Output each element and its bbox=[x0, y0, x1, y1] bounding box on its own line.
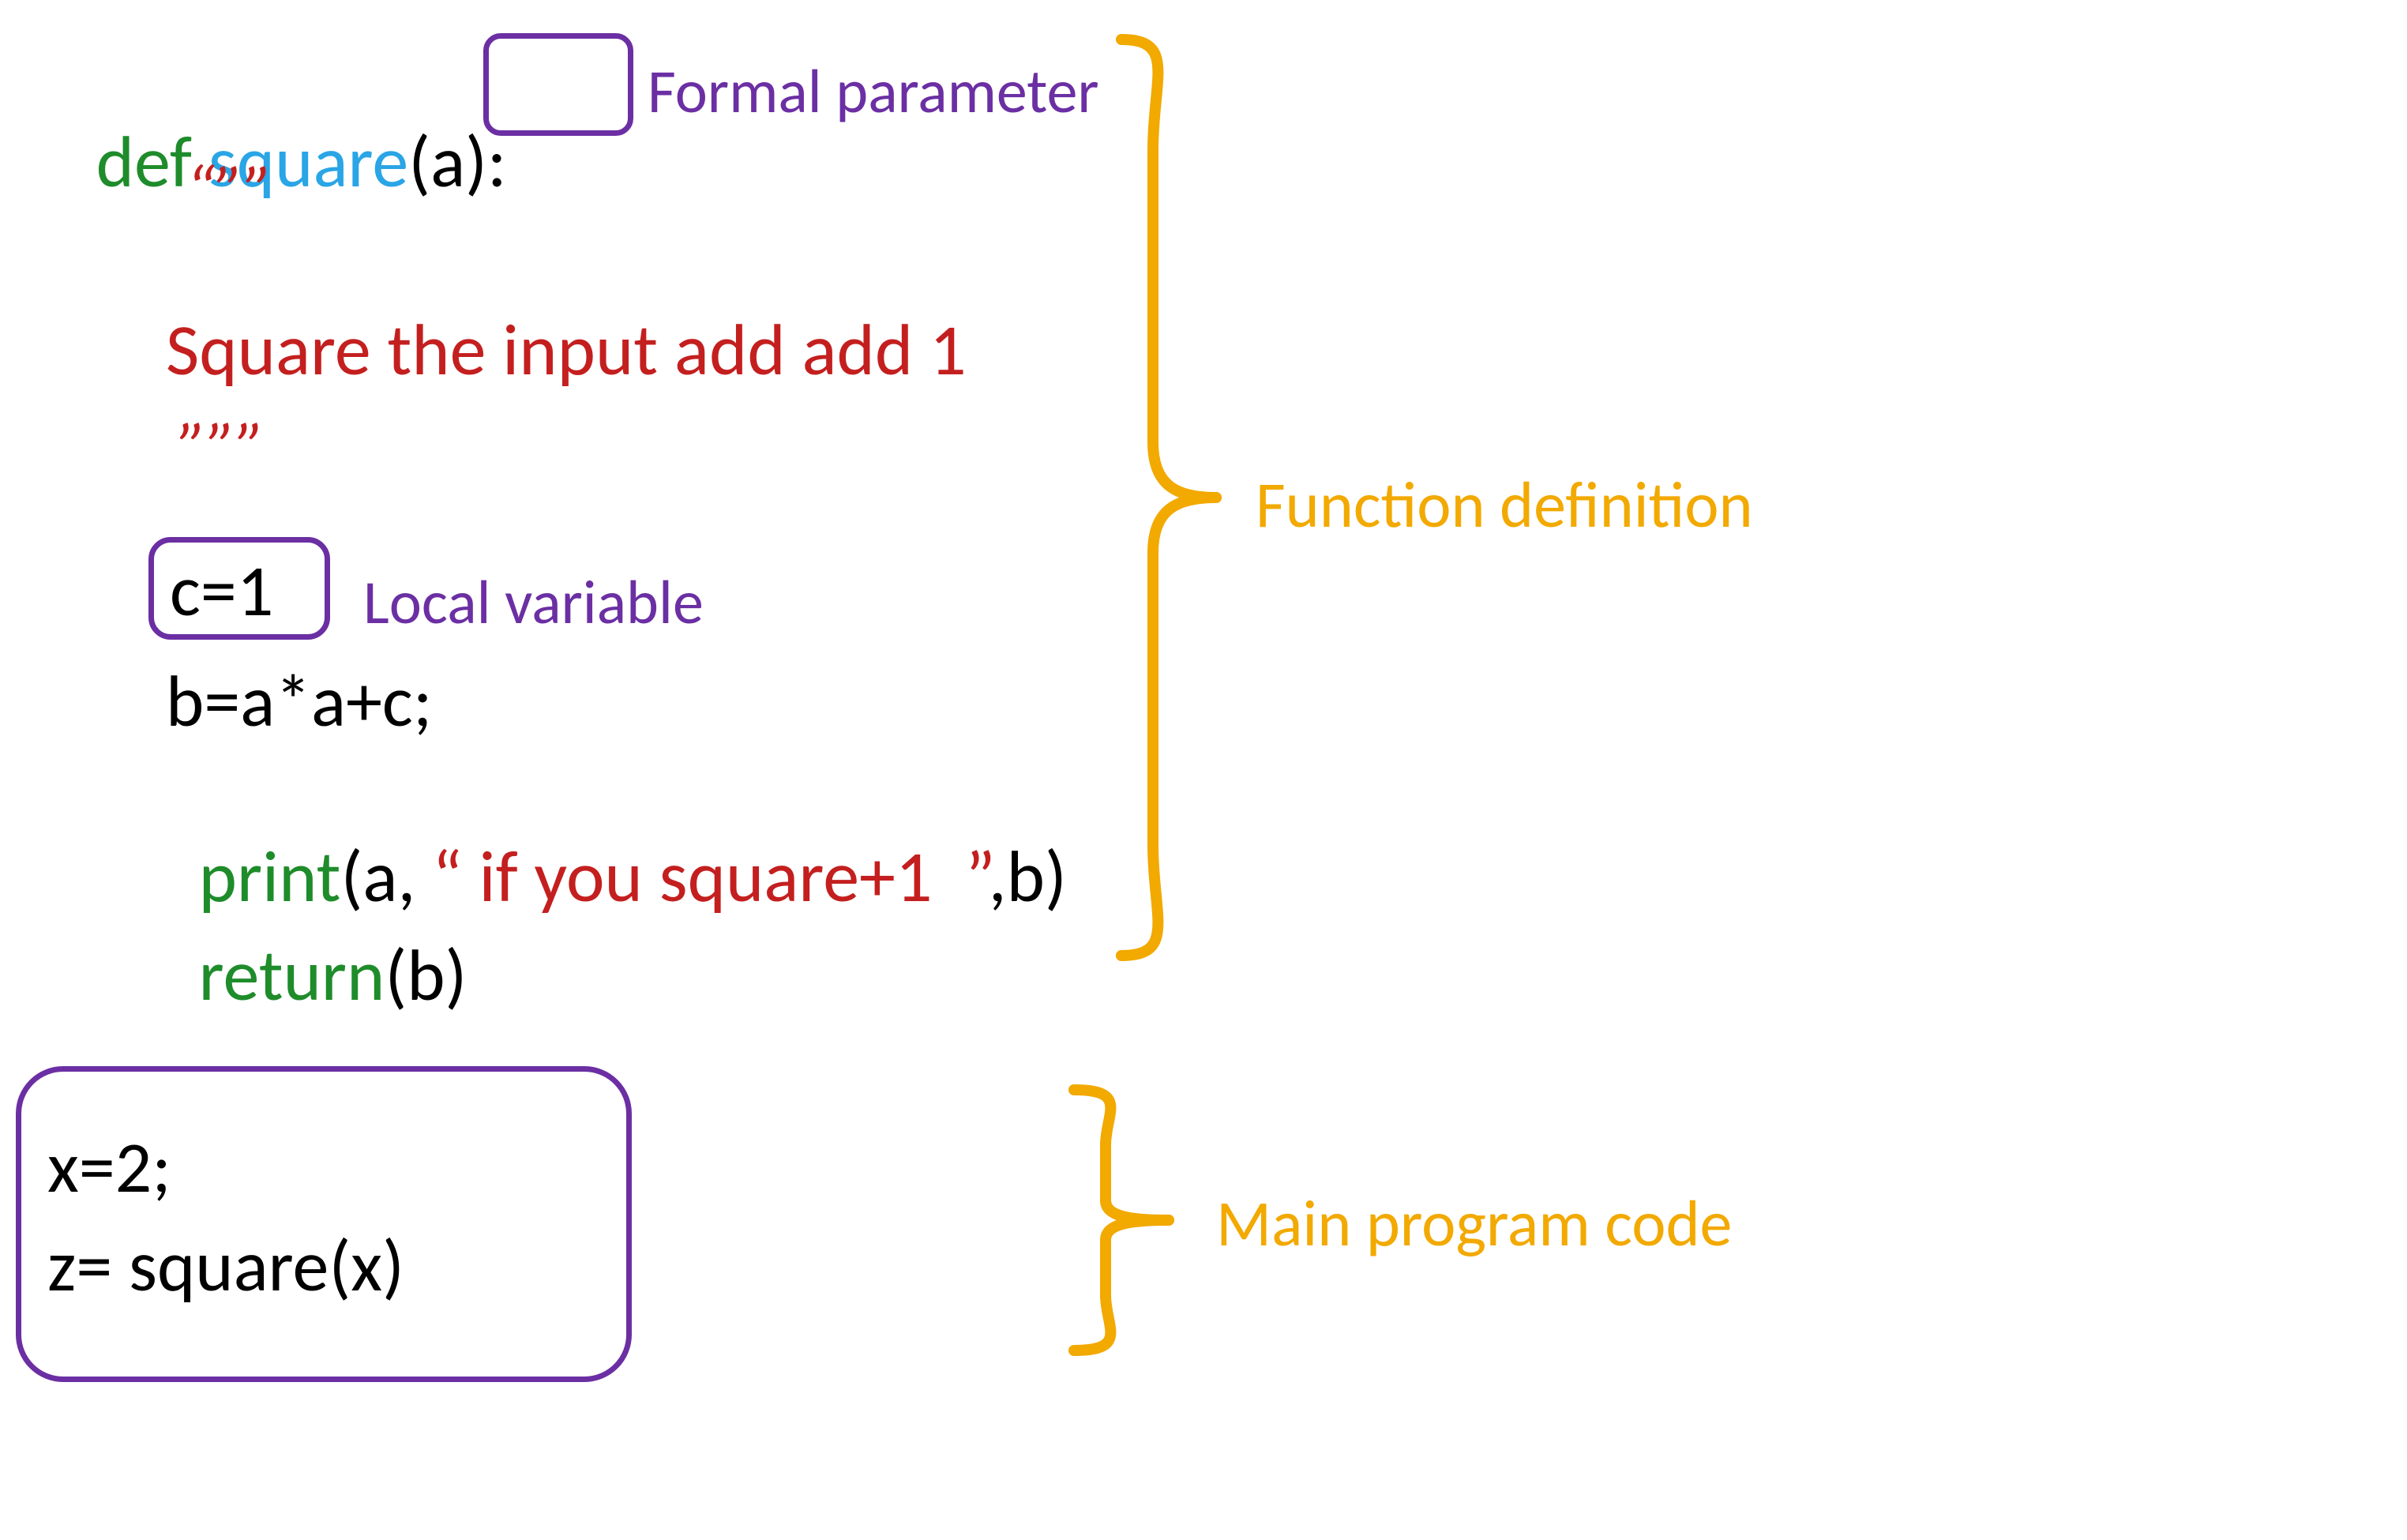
paren-open: ( bbox=[408, 117, 430, 206]
docstring-close: ””” bbox=[178, 411, 265, 483]
param-a: a bbox=[430, 117, 465, 206]
code-line-body: b=a*a+c; bbox=[166, 663, 432, 740]
local-variable-box bbox=[148, 537, 330, 640]
formal-parameter-box bbox=[483, 33, 633, 136]
code-line-return: return(b) bbox=[166, 861, 467, 1013]
local-variable-label: Local variable bbox=[363, 565, 704, 640]
formal-parameter-label: Formal parameter bbox=[648, 54, 1099, 129]
docstring-body: Square the input add add 1 bbox=[166, 312, 967, 389]
return-args: (b) bbox=[385, 930, 467, 1020]
paren-close: ) bbox=[465, 117, 487, 206]
main-program-brace-icon bbox=[1058, 1082, 1185, 1358]
print-close: ,b) bbox=[989, 832, 1067, 921]
docstring-open: “”” bbox=[186, 154, 272, 227]
main-program-box bbox=[16, 1066, 632, 1382]
main-program-label: Main program code bbox=[1216, 1185, 1732, 1264]
print-str: “ if you square+1 ” bbox=[432, 832, 989, 921]
kw-return: return bbox=[199, 930, 385, 1020]
function-definition-brace-icon bbox=[1106, 32, 1232, 963]
code-line-def: def square(a): bbox=[63, 47, 507, 200]
function-definition-label: Function definition bbox=[1256, 466, 1753, 545]
